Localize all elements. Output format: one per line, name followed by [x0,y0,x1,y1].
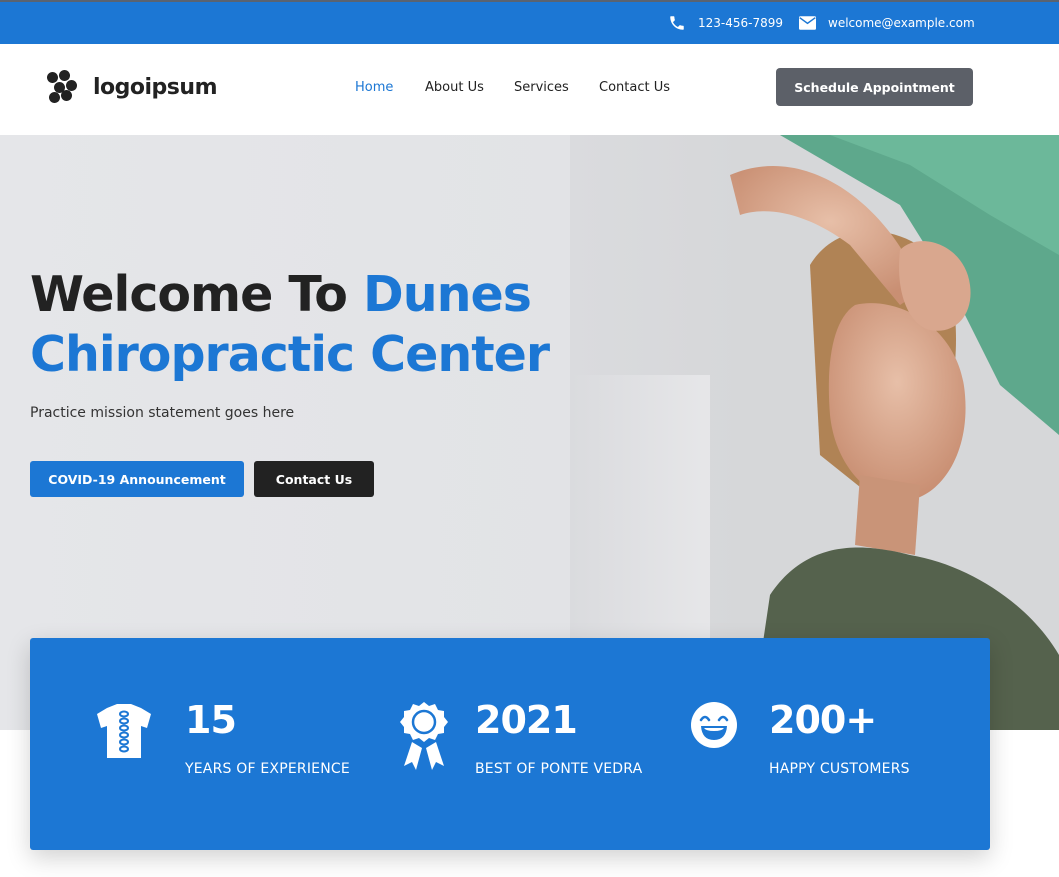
nav-services[interactable]: Services [514,80,569,95]
nav-home[interactable]: Home [355,80,393,95]
top-contact-bar: 123-456-7899 welcome@example.com [0,0,1059,44]
phone-icon [670,16,684,30]
logo-text: logoipsum [93,74,218,100]
email-address: welcome@example.com [828,16,975,30]
logo[interactable]: logoipsum [45,69,218,105]
phone-contact[interactable]: 123-456-7899 [668,2,783,44]
stat-award: 2021 BEST OF PONTE VEDRA [360,638,660,850]
stat-label: YEARS OF EXPERIENCE [185,761,350,777]
stat-customers: 200+ HAPPY CUSTOMERS [660,638,990,850]
logo-mark-icon [47,70,77,103]
stats-panel: 15 YEARS OF EXPERIENCE 2021 BEST OF PONT… [30,638,990,850]
nav-contact-us[interactable]: Contact Us [599,80,670,95]
contact-us-button[interactable]: Contact Us [254,461,374,497]
schedule-appointment-button[interactable]: Schedule Appointment [776,68,973,106]
stat-value: 15 [185,698,237,742]
mission-statement: Practice mission statement goes here [30,405,295,421]
site-header: logoipsum Home About Us Services Contact… [0,44,1059,135]
spine-icon [97,704,151,758]
stat-label: BEST OF PONTE VEDRA [475,761,643,777]
nav-about-us[interactable]: About Us [425,80,484,95]
hero-title-highlight: Dunes [363,266,532,323]
stat-value: 200+ [769,698,877,742]
covid-announcement-button[interactable]: COVID-19 Announcement [30,461,244,497]
hero-title: Welcome To Dunes Chiropractic Center [30,265,550,385]
phone-number: 123-456-7899 [698,16,784,30]
stat-value: 2021 [475,698,578,742]
stat-experience: 15 YEARS OF EXPERIENCE [30,638,360,850]
hero-title-part1: Welcome To [30,266,364,323]
envelope-icon [799,16,816,30]
smiley-face-icon [691,702,737,748]
award-ribbon-icon [400,702,448,770]
stat-label: HAPPY CUSTOMERS [769,761,910,777]
hero-title-line2: Chiropractic Center [30,326,550,383]
email-contact[interactable]: welcome@example.com [799,2,975,44]
